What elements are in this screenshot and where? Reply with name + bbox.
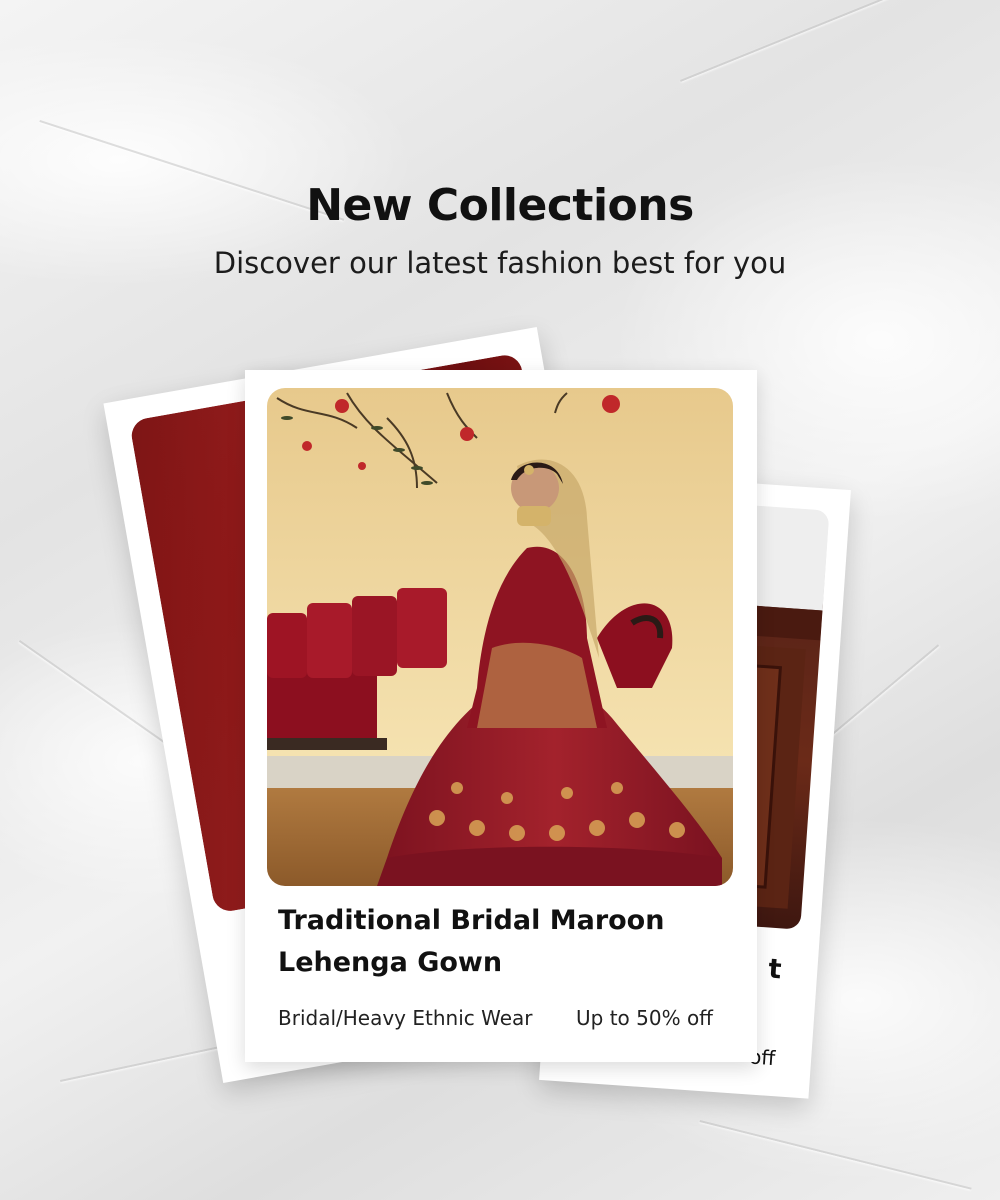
product-category: Bridal/Heavy Ethnic Wear bbox=[278, 1006, 533, 1030]
page-title: New Collections bbox=[306, 180, 694, 231]
product-discount-badge: Up to 50% off bbox=[576, 1006, 713, 1030]
collection-card-featured[interactable]: Traditional Bridal Maroon Lehenga Gown B… bbox=[245, 370, 757, 1062]
card-title-fragment: t bbox=[767, 953, 783, 986]
bride-in-maroon-lehenga-photo[interactable] bbox=[267, 388, 733, 886]
product-title: Traditional Bridal Maroon Lehenga Gown bbox=[278, 905, 665, 978]
page-subtitle: Discover our latest fashion best for you bbox=[213, 246, 787, 280]
